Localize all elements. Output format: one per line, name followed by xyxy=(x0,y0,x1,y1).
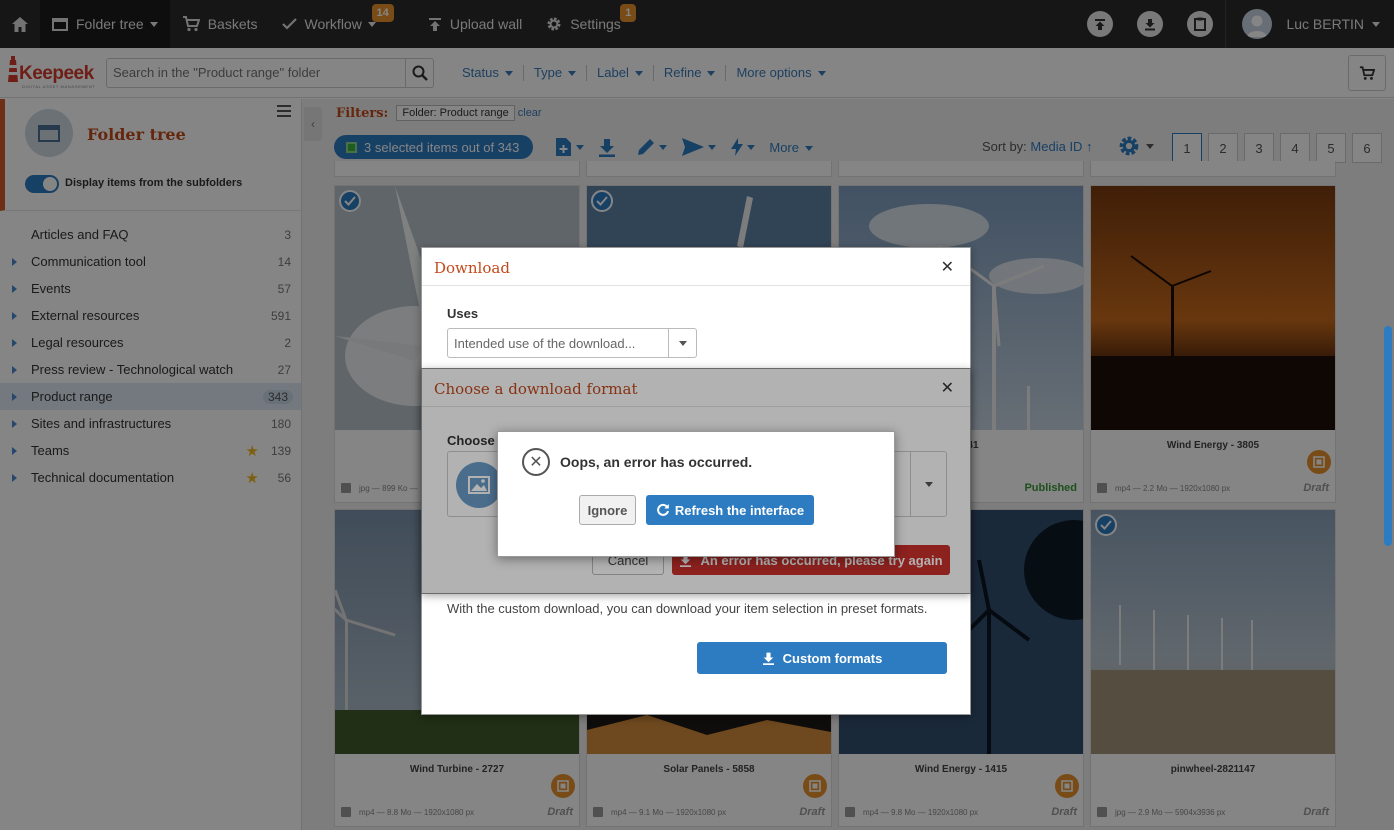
page-scrollbar[interactable] xyxy=(1384,326,1392,546)
download-modal-header: Download ✕ xyxy=(422,248,970,286)
custom-formats-button[interactable]: Custom formats xyxy=(697,642,947,674)
chevron-down-icon xyxy=(668,329,696,357)
error-message: Oops, an error has occurred. xyxy=(560,454,753,470)
refresh-icon xyxy=(656,503,669,516)
ignore-button[interactable]: Ignore xyxy=(579,495,636,525)
close-icon[interactable]: ✕ xyxy=(941,257,954,277)
custom-download-text: With the custom download, you can downlo… xyxy=(447,601,928,616)
download-modal-title: Download xyxy=(434,259,510,277)
uses-select[interactable]: Intended use of the download... xyxy=(447,328,697,358)
download-icon xyxy=(762,652,774,665)
error-alert-dialog: ✕ Oops, an error has occurred. Ignore Re… xyxy=(497,431,895,557)
error-x-icon: ✕ xyxy=(522,448,550,476)
uses-select-placeholder: Intended use of the download... xyxy=(454,336,636,351)
custom-formats-label: Custom formats xyxy=(782,650,883,666)
refresh-interface-button[interactable]: Refresh the interface xyxy=(646,495,814,525)
refresh-interface-label: Refresh the interface xyxy=(674,502,805,518)
uses-label: Uses xyxy=(447,306,479,321)
